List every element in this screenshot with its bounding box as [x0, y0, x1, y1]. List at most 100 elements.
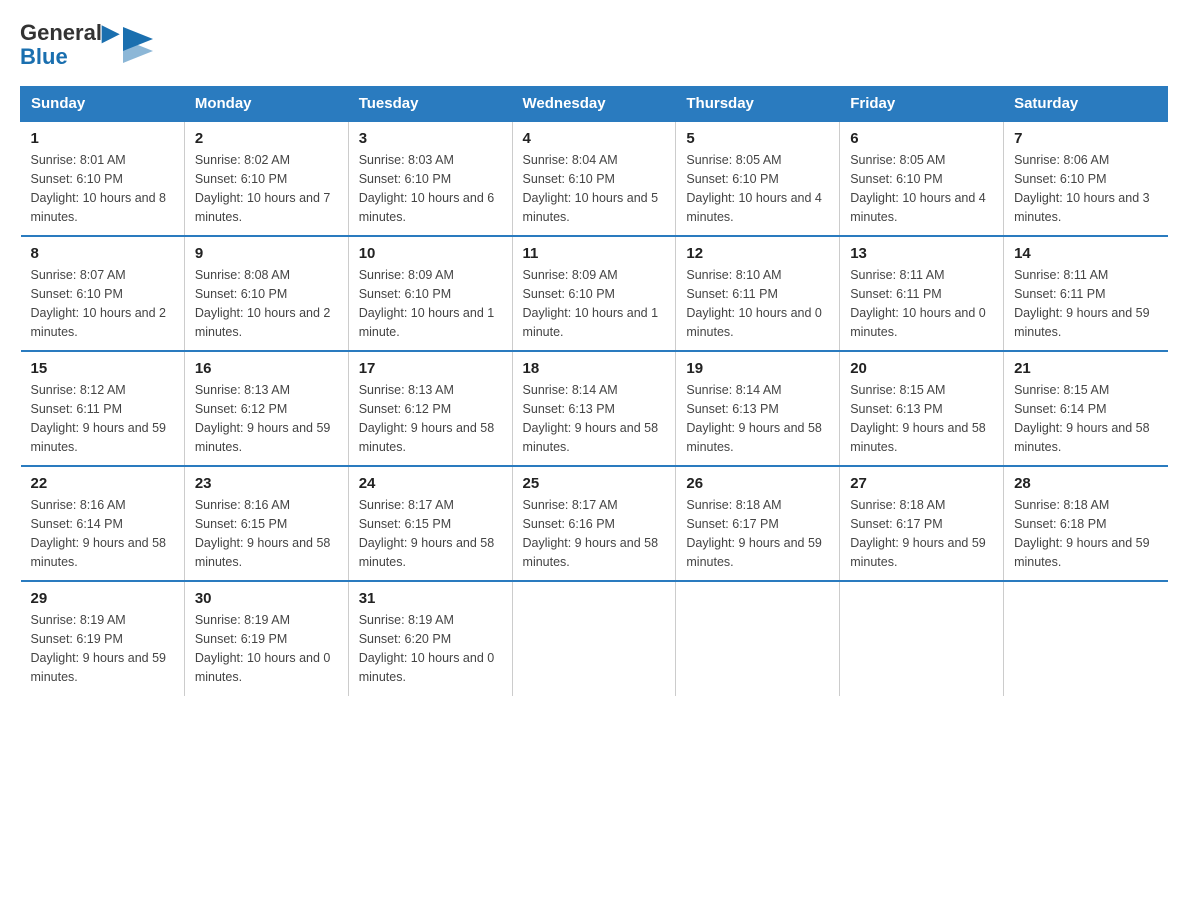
day-info: Sunrise: 8:14 AMSunset: 6:13 PMDaylight:… [686, 381, 829, 456]
header-day-wednesday: Wednesday [512, 87, 676, 122]
day-info: Sunrise: 8:19 AMSunset: 6:20 PMDaylight:… [359, 611, 502, 686]
day-number: 9 [195, 245, 338, 262]
calendar-cell: 16Sunrise: 8:13 AMSunset: 6:12 PMDayligh… [184, 351, 348, 466]
day-info: Sunrise: 8:18 AMSunset: 6:17 PMDaylight:… [850, 496, 993, 571]
calendar-week-row: 29 Sunrise: 8:19 AMSunset: 6:19 PMDayligh… [21, 581, 1168, 696]
day-number: 31 [359, 590, 502, 607]
calendar-body: 1Sunrise: 8:01 AMSunset: 6:10 PMDaylight… [21, 121, 1168, 696]
day-info: Sunrise: 8:03 AMSunset: 6:10 PMDaylight:… [359, 151, 502, 226]
day-number: 2 [195, 130, 338, 147]
day-info: Sunrise: 8:19 AMSunset: 6:19 PMDaylight:… [31, 611, 174, 686]
calendar-header: SundayMondayTuesdayWednesdayThursdayFrid… [21, 87, 1168, 122]
calendar-cell: 24Sunrise: 8:17 AMSunset: 6:15 PMDayligh… [348, 466, 512, 581]
day-info: Sunrise: 8:04 AMSunset: 6:10 PMDaylight:… [523, 151, 666, 226]
day-info: Sunrise: 8:16 AMSunset: 6:15 PMDaylight:… [195, 496, 338, 571]
calendar-week-row: 8Sunrise: 8:07 AMSunset: 6:10 PMDaylight… [21, 236, 1168, 351]
header-day-monday: Monday [184, 87, 348, 122]
calendar-week-row: 15 Sunrise: 8:12 AMSunset: 6:11 PMDayligh… [21, 351, 1168, 466]
calendar-cell: 25Sunrise: 8:17 AMSunset: 6:16 PMDayligh… [512, 466, 676, 581]
calendar-cell: 26 Sunrise: 8:18 AMSunset: 6:17 PMDayligh… [676, 466, 840, 581]
header-day-tuesday: Tuesday [348, 87, 512, 122]
day-info: Sunrise: 8:02 AMSunset: 6:10 PMDaylight:… [195, 151, 338, 226]
day-info: Sunrise: 8:12 AMSunset: 6:11 PMDaylight:… [31, 381, 174, 456]
day-number: 8 [31, 245, 174, 262]
day-info: Sunrise: 8:13 AMSunset: 6:12 PMDaylight:… [359, 381, 502, 456]
day-number: 15 [31, 360, 174, 377]
calendar-cell: 14 Sunrise: 8:11 AMSunset: 6:11 PMDayligh… [1004, 236, 1168, 351]
logo-blue-text: ▶ [102, 20, 119, 45]
logo-blue-label: Blue [20, 46, 119, 68]
day-info: Sunrise: 8:08 AMSunset: 6:10 PMDaylight:… [195, 266, 338, 341]
calendar-cell: 21 Sunrise: 8:15 AMSunset: 6:14 PMDayligh… [1004, 351, 1168, 466]
calendar-cell: 11 Sunrise: 8:09 AMSunset: 6:10 PMDayligh… [512, 236, 676, 351]
day-number: 26 [686, 475, 829, 492]
header-day-thursday: Thursday [676, 87, 840, 122]
day-number: 19 [686, 360, 829, 377]
calendar-cell: 8Sunrise: 8:07 AMSunset: 6:10 PMDaylight… [21, 236, 185, 351]
day-info: Sunrise: 8:18 AMSunset: 6:18 PMDaylight:… [1014, 496, 1157, 571]
day-number: 4 [523, 130, 666, 147]
day-number: 23 [195, 475, 338, 492]
day-info: Sunrise: 8:15 AMSunset: 6:14 PMDaylight:… [1014, 381, 1157, 456]
day-info: Sunrise: 8:18 AMSunset: 6:17 PMDaylight:… [686, 496, 829, 571]
day-info: Sunrise: 8:17 AMSunset: 6:16 PMDaylight:… [523, 496, 666, 571]
calendar-week-row: 1Sunrise: 8:01 AMSunset: 6:10 PMDaylight… [21, 121, 1168, 236]
calendar-cell [512, 581, 676, 696]
day-number: 17 [359, 360, 502, 377]
day-info: Sunrise: 8:11 AMSunset: 6:11 PMDaylight:… [1014, 266, 1157, 341]
calendar-cell: 29 Sunrise: 8:19 AMSunset: 6:19 PMDayligh… [21, 581, 185, 696]
calendar-cell: 22 Sunrise: 8:16 AMSunset: 6:14 PMDayligh… [21, 466, 185, 581]
header-day-friday: Friday [840, 87, 1004, 122]
calendar-cell: 19 Sunrise: 8:14 AMSunset: 6:13 PMDayligh… [676, 351, 840, 466]
day-info: Sunrise: 8:09 AMSunset: 6:10 PMDaylight:… [523, 266, 666, 341]
logo-icon [123, 27, 153, 63]
day-number: 27 [850, 475, 993, 492]
day-info: Sunrise: 8:16 AMSunset: 6:14 PMDaylight:… [31, 496, 174, 571]
calendar-cell: 13 Sunrise: 8:11 AMSunset: 6:11 PMDayligh… [840, 236, 1004, 351]
day-number: 13 [850, 245, 993, 262]
calendar-cell: 12Sunrise: 8:10 AMSunset: 6:11 PMDayligh… [676, 236, 840, 351]
day-number: 18 [523, 360, 666, 377]
day-number: 22 [31, 475, 174, 492]
calendar-cell: 28Sunrise: 8:18 AMSunset: 6:18 PMDayligh… [1004, 466, 1168, 581]
day-number: 14 [1014, 245, 1157, 262]
calendar-cell: 6Sunrise: 8:05 AMSunset: 6:10 PMDaylight… [840, 121, 1004, 236]
calendar-cell [1004, 581, 1168, 696]
day-info: Sunrise: 8:01 AMSunset: 6:10 PMDaylight:… [31, 151, 174, 226]
day-info: Sunrise: 8:14 AMSunset: 6:13 PMDaylight:… [523, 381, 666, 456]
day-number: 6 [850, 130, 993, 147]
calendar-cell: 15 Sunrise: 8:12 AMSunset: 6:11 PMDayligh… [21, 351, 185, 466]
header-day-sunday: Sunday [21, 87, 185, 122]
calendar-cell: 9 Sunrise: 8:08 AMSunset: 6:10 PMDaylight… [184, 236, 348, 351]
day-number: 30 [195, 590, 338, 607]
day-info: Sunrise: 8:09 AMSunset: 6:10 PMDaylight:… [359, 266, 502, 341]
logo: General▶ Blue [20, 20, 153, 68]
calendar-cell: 18 Sunrise: 8:14 AMSunset: 6:13 PMDayligh… [512, 351, 676, 466]
day-number: 12 [686, 245, 829, 262]
day-number: 20 [850, 360, 993, 377]
day-number: 21 [1014, 360, 1157, 377]
day-number: 10 [359, 245, 502, 262]
calendar-cell: 17 Sunrise: 8:13 AMSunset: 6:12 PMDayligh… [348, 351, 512, 466]
calendar-cell: 3Sunrise: 8:03 AMSunset: 6:10 PMDaylight… [348, 121, 512, 236]
day-number: 24 [359, 475, 502, 492]
calendar-cell: 1Sunrise: 8:01 AMSunset: 6:10 PMDaylight… [21, 121, 185, 236]
calendar-cell: 7Sunrise: 8:06 AMSunset: 6:10 PMDaylight… [1004, 121, 1168, 236]
calendar-cell: 31 Sunrise: 8:19 AMSunset: 6:20 PMDayligh… [348, 581, 512, 696]
calendar-cell [840, 581, 1004, 696]
calendar-table: SundayMondayTuesdayWednesdayThursdayFrid… [20, 86, 1168, 696]
calendar-cell [676, 581, 840, 696]
day-info: Sunrise: 8:15 AMSunset: 6:13 PMDaylight:… [850, 381, 993, 456]
day-number: 29 [31, 590, 174, 607]
day-info: Sunrise: 8:11 AMSunset: 6:11 PMDaylight:… [850, 266, 993, 341]
day-number: 16 [195, 360, 338, 377]
calendar-cell: 5Sunrise: 8:05 AMSunset: 6:10 PMDaylight… [676, 121, 840, 236]
calendar-cell: 27 Sunrise: 8:18 AMSunset: 6:17 PMDayligh… [840, 466, 1004, 581]
day-number: 7 [1014, 130, 1157, 147]
day-number: 11 [523, 245, 666, 262]
header-row: SundayMondayTuesdayWednesdayThursdayFrid… [21, 87, 1168, 122]
logo-text: General▶ [20, 20, 119, 46]
day-number: 5 [686, 130, 829, 147]
calendar-cell: 23 Sunrise: 8:16 AMSunset: 6:15 PMDayligh… [184, 466, 348, 581]
day-info: Sunrise: 8:19 AMSunset: 6:19 PMDaylight:… [195, 611, 338, 686]
